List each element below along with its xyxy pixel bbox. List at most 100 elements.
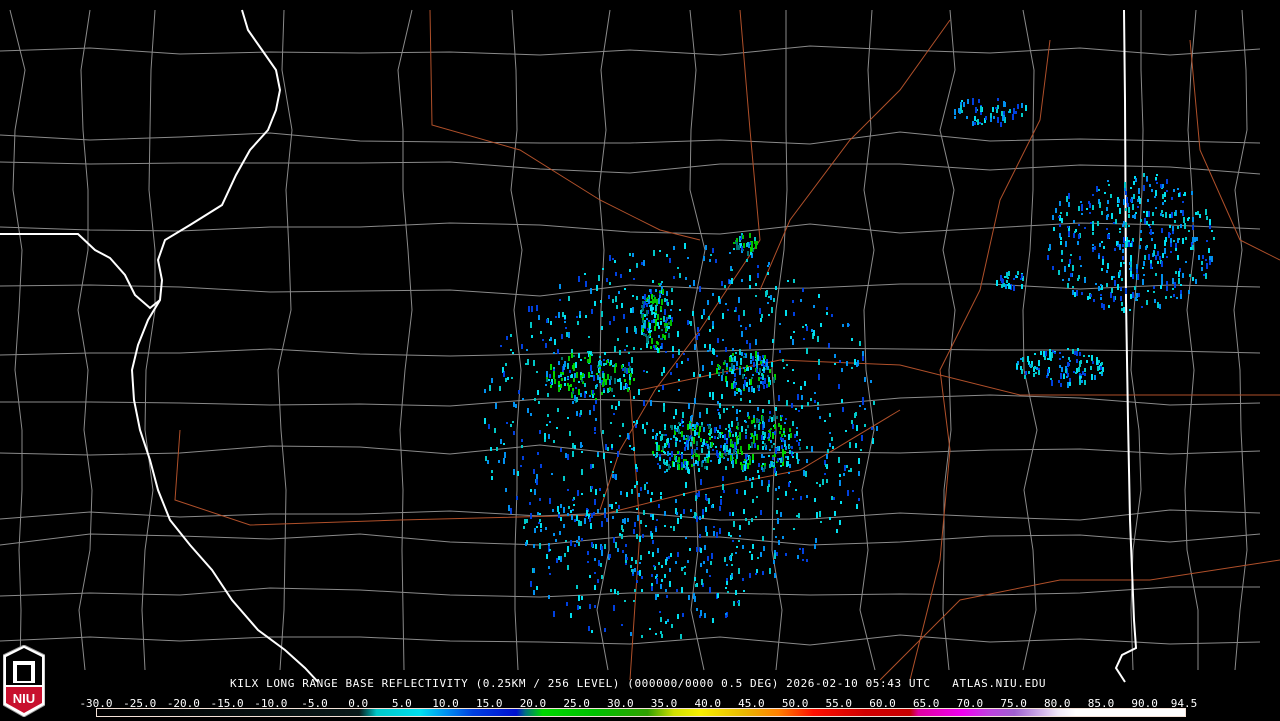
echo-pixel — [762, 409, 764, 413]
echo-pixel — [745, 327, 747, 330]
echo-pixel — [495, 403, 497, 409]
echo-pixel — [800, 496, 802, 500]
echo-pixel — [694, 577, 696, 581]
echo-pixel — [1142, 267, 1144, 269]
echo-pixel — [576, 540, 578, 543]
echo-pixel — [528, 306, 530, 312]
echo-pixel — [1098, 255, 1100, 259]
echo-pixel — [617, 338, 619, 341]
echo-pixel — [762, 381, 764, 385]
echo-pixel — [776, 552, 778, 556]
echo-pixel — [553, 440, 555, 443]
echo-pixel — [789, 428, 791, 432]
echo-pixel — [634, 326, 636, 332]
echo-pixel — [1161, 279, 1163, 285]
echo-pixel — [536, 526, 538, 528]
echo-pixel — [675, 561, 677, 564]
echo-pixel — [558, 361, 560, 365]
echo-pixel — [643, 400, 645, 406]
echo-pixel — [712, 348, 714, 354]
echo-pixel — [1164, 200, 1166, 202]
echo-pixel — [785, 418, 787, 420]
echo-pixel — [503, 443, 505, 445]
echo-pixel — [590, 523, 592, 529]
echo-pixel — [856, 504, 858, 509]
echo-pixel — [767, 375, 769, 377]
echo-pixel — [615, 502, 617, 504]
echo-pixel — [836, 529, 838, 533]
echo-pixel — [1169, 214, 1171, 218]
echo-pixel — [831, 437, 833, 441]
echo-pixel — [574, 544, 576, 547]
echo-pixel — [587, 561, 589, 563]
echo-pixel — [668, 322, 670, 325]
echo-pixel — [1165, 296, 1167, 299]
echo-pixel — [562, 312, 564, 317]
echo-pixel — [652, 307, 654, 310]
echo-pixel — [1135, 212, 1137, 214]
echo-pixel — [566, 602, 568, 606]
echo-pixel — [1084, 368, 1086, 372]
reflectivity-echoes — [484, 98, 1215, 639]
echo-pixel — [664, 323, 666, 326]
echo-pixel — [1119, 208, 1121, 214]
echo-pixel — [758, 388, 760, 390]
echo-pixel — [1076, 290, 1078, 296]
echo-pixel — [1028, 371, 1030, 374]
echo-pixel — [595, 544, 597, 549]
echo-pixel — [792, 421, 794, 426]
echo-pixel — [660, 496, 662, 499]
echo-pixel — [653, 250, 655, 256]
echo-pixel — [737, 449, 739, 454]
echo-pixel — [1003, 115, 1005, 119]
echo-pixel — [554, 379, 556, 384]
echo-pixel — [756, 569, 758, 573]
echo-pixel — [735, 352, 737, 354]
echo-pixel — [663, 451, 665, 453]
echo-pixel — [550, 321, 552, 325]
echo-pixel — [1162, 194, 1164, 199]
echo-pixel — [781, 445, 783, 449]
echo-pixel — [506, 422, 508, 424]
echo-pixel — [1199, 214, 1201, 218]
echo-pixel — [634, 589, 636, 592]
echo-pixel — [625, 544, 627, 547]
echo-pixel — [1038, 370, 1040, 375]
echo-pixel — [689, 436, 691, 439]
echo-pixel — [572, 451, 574, 457]
echo-pixel — [1156, 182, 1158, 184]
echo-pixel — [736, 361, 738, 366]
echo-pixel — [615, 542, 617, 548]
echo-pixel — [631, 569, 633, 572]
echo-pixel — [533, 469, 535, 474]
echo-pixel — [1016, 364, 1018, 369]
echo-pixel — [606, 518, 608, 522]
echo-pixel — [721, 394, 723, 399]
echo-pixel — [567, 377, 569, 379]
echo-pixel — [742, 235, 744, 239]
echo-pixel — [670, 320, 672, 326]
echo-pixel — [842, 324, 844, 327]
echo-pixel — [757, 445, 759, 450]
echo-pixel — [538, 522, 540, 524]
echo-pixel — [557, 349, 559, 354]
echo-pixel — [550, 337, 552, 341]
echo-pixel — [1144, 218, 1146, 224]
echo-pixel — [536, 586, 538, 590]
echo-pixel — [1121, 278, 1123, 281]
echo-pixel — [636, 580, 638, 583]
echo-pixel — [589, 395, 591, 397]
echo-pixel — [798, 410, 800, 412]
indiana-border — [1114, 9, 1138, 683]
echo-pixel — [1178, 271, 1180, 277]
echo-pixel — [1102, 259, 1104, 265]
echo-pixel — [572, 365, 574, 369]
echo-pixel — [611, 405, 613, 409]
echo-pixel — [701, 445, 703, 447]
echo-pixel — [629, 269, 631, 272]
echo-pixel — [795, 489, 797, 491]
echo-pixel — [728, 424, 730, 428]
echo-pixel — [627, 518, 629, 522]
echo-pixel — [645, 525, 647, 527]
echo-pixel — [575, 362, 577, 368]
